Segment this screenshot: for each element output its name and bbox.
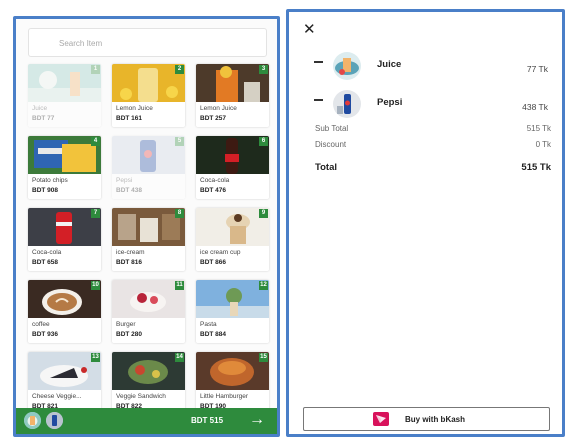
product-card-ice-cream[interactable]: 8 ice-cream BDT 816 bbox=[112, 208, 185, 271]
product-price: BDT 257 bbox=[200, 115, 227, 122]
product-badge: 6 bbox=[259, 137, 268, 146]
product-price: BDT 280 bbox=[116, 331, 143, 338]
product-badge: 4 bbox=[91, 137, 100, 146]
product-name: ice-cream bbox=[116, 249, 145, 256]
product-badge: 10 bbox=[91, 281, 100, 290]
bkash-button-label: Buy with bKash bbox=[405, 415, 466, 424]
product-price: BDT 476 bbox=[200, 187, 227, 194]
product-card-cheese-veggie[interactable]: 13 Cheese Veggie... BDT 821 bbox=[28, 352, 101, 415]
product-card-little-hamburger[interactable]: 15 Little Hamburger BDT 190 bbox=[196, 352, 269, 415]
product-badge: 15 bbox=[259, 353, 268, 362]
cart-item-avatar-pepsi bbox=[46, 412, 63, 429]
pepsi-thumb bbox=[333, 90, 361, 118]
minus-icon[interactable] bbox=[314, 99, 323, 101]
cart-item: Pepsi 438 Tk bbox=[289, 90, 562, 118]
subtotal-label: Sub Total bbox=[315, 124, 349, 133]
product-card-pasta[interactable]: 12 Pasta BDT 884 bbox=[196, 280, 269, 343]
arrow-right-icon[interactable]: → bbox=[249, 410, 265, 430]
product-name: Lemon Juice bbox=[200, 105, 237, 112]
cart-panel: ✕ Juice 77 Tk Pepsi 438 Tk Sub Total 515… bbox=[286, 9, 565, 437]
product-badge: 8 bbox=[175, 209, 184, 218]
product-panel: Search Item 1 Juice BDT 77 2 Lemon Juice… bbox=[13, 16, 280, 437]
product-card-potato-chips[interactable]: 4 Potato chips BDT 908 bbox=[28, 136, 101, 199]
product-name: Burger bbox=[116, 321, 136, 328]
product-badge: 2 bbox=[175, 65, 184, 74]
cart-item: Juice 77 Tk bbox=[289, 52, 562, 80]
product-badge: 9 bbox=[259, 209, 268, 218]
product-name: Juice bbox=[32, 105, 48, 112]
product-card-coffee[interactable]: 10 coffee BDT 936 bbox=[28, 280, 101, 343]
close-icon[interactable]: ✕ bbox=[303, 22, 316, 38]
product-badge: 7 bbox=[91, 209, 100, 218]
product-badge: 3 bbox=[259, 65, 268, 74]
product-price: BDT 161 bbox=[116, 115, 143, 122]
product-card-pepsi[interactable]: 5 Pepsi BDT 438 bbox=[112, 136, 185, 199]
product-badge: 5 bbox=[175, 137, 184, 146]
product-card-ice-cream-cup[interactable]: 9 ice cream cup BDT 866 bbox=[196, 208, 269, 271]
total-value: 515 Tk bbox=[521, 162, 551, 173]
total-row: Total 515 Tk bbox=[315, 162, 551, 173]
product-card-coca-cola-bottle[interactable]: 6 Coca-cola BDT 476 bbox=[196, 136, 269, 199]
total-label: Total bbox=[315, 162, 337, 173]
cart-item-name: Pepsi bbox=[377, 97, 403, 108]
minus-icon[interactable] bbox=[314, 61, 323, 63]
product-badge: 1 bbox=[91, 65, 100, 74]
product-name: Potato chips bbox=[32, 177, 68, 184]
product-name: Veggie Sandwich bbox=[116, 393, 166, 400]
juice-thumb bbox=[333, 52, 361, 80]
product-name: Lemon Juice bbox=[116, 105, 153, 112]
product-card-coca-cola-can[interactable]: 7 Coca-cola BDT 658 bbox=[28, 208, 101, 271]
search-input[interactable]: Search Item bbox=[28, 28, 267, 57]
product-name: coffee bbox=[32, 321, 50, 328]
product-price: BDT 438 bbox=[116, 187, 143, 194]
product-price: BDT 908 bbox=[32, 187, 59, 194]
product-badge: 13 bbox=[91, 353, 100, 362]
product-price: BDT 866 bbox=[200, 259, 227, 266]
product-grid: 1 Juice BDT 77 2 Lemon Juice BDT 161 3 L… bbox=[28, 64, 269, 415]
product-card-burger[interactable]: 11 Burger BDT 280 bbox=[112, 280, 185, 343]
buy-with-bkash-button[interactable]: Buy with bKash bbox=[303, 407, 550, 431]
subtotal-row: Sub Total 515 Tk bbox=[315, 124, 551, 133]
discount-value: 0 Tk bbox=[535, 140, 551, 149]
product-price: BDT 77 bbox=[32, 115, 55, 122]
product-badge: 14 bbox=[175, 353, 184, 362]
cart-item-price: 77 Tk bbox=[526, 64, 548, 74]
product-name: Coca-cola bbox=[32, 249, 62, 256]
product-card-lemon-juice[interactable]: 2 Lemon Juice BDT 161 bbox=[112, 64, 185, 127]
product-price: BDT 658 bbox=[32, 259, 59, 266]
cart-item-name: Juice bbox=[377, 59, 402, 70]
subtotal-value: 515 Tk bbox=[526, 124, 551, 133]
cart-bar-total: BDT 515 bbox=[191, 416, 224, 425]
product-name: ice cream cup bbox=[200, 249, 241, 256]
cart-item-avatar-juice bbox=[24, 412, 41, 429]
product-card-veggie-sandwich[interactable]: 14 Veggie Sandwich BDT 822 bbox=[112, 352, 185, 415]
product-name: Pepsi bbox=[116, 177, 133, 184]
product-name: Pasta bbox=[200, 321, 217, 328]
product-badge: 11 bbox=[175, 281, 184, 290]
product-card-lemon-juice-glass[interactable]: 3 Lemon Juice BDT 257 bbox=[196, 64, 269, 127]
product-badge: 12 bbox=[259, 281, 268, 290]
product-price: BDT 884 bbox=[200, 331, 227, 338]
bkash-logo-icon bbox=[373, 412, 389, 426]
discount-row: Discount 0 Tk bbox=[315, 140, 551, 149]
product-name: Cheese Veggie... bbox=[32, 393, 82, 400]
product-name: Coca-cola bbox=[200, 177, 230, 184]
cart-summary-bar[interactable]: BDT 515 → bbox=[16, 408, 277, 434]
product-price: BDT 936 bbox=[32, 331, 59, 338]
cart-item-price: 438 Tk bbox=[522, 102, 548, 112]
product-name: Little Hamburger bbox=[200, 393, 249, 400]
product-price: BDT 816 bbox=[116, 259, 143, 266]
product-card-juice[interactable]: 1 Juice BDT 77 bbox=[28, 64, 101, 127]
discount-label: Discount bbox=[315, 140, 347, 149]
